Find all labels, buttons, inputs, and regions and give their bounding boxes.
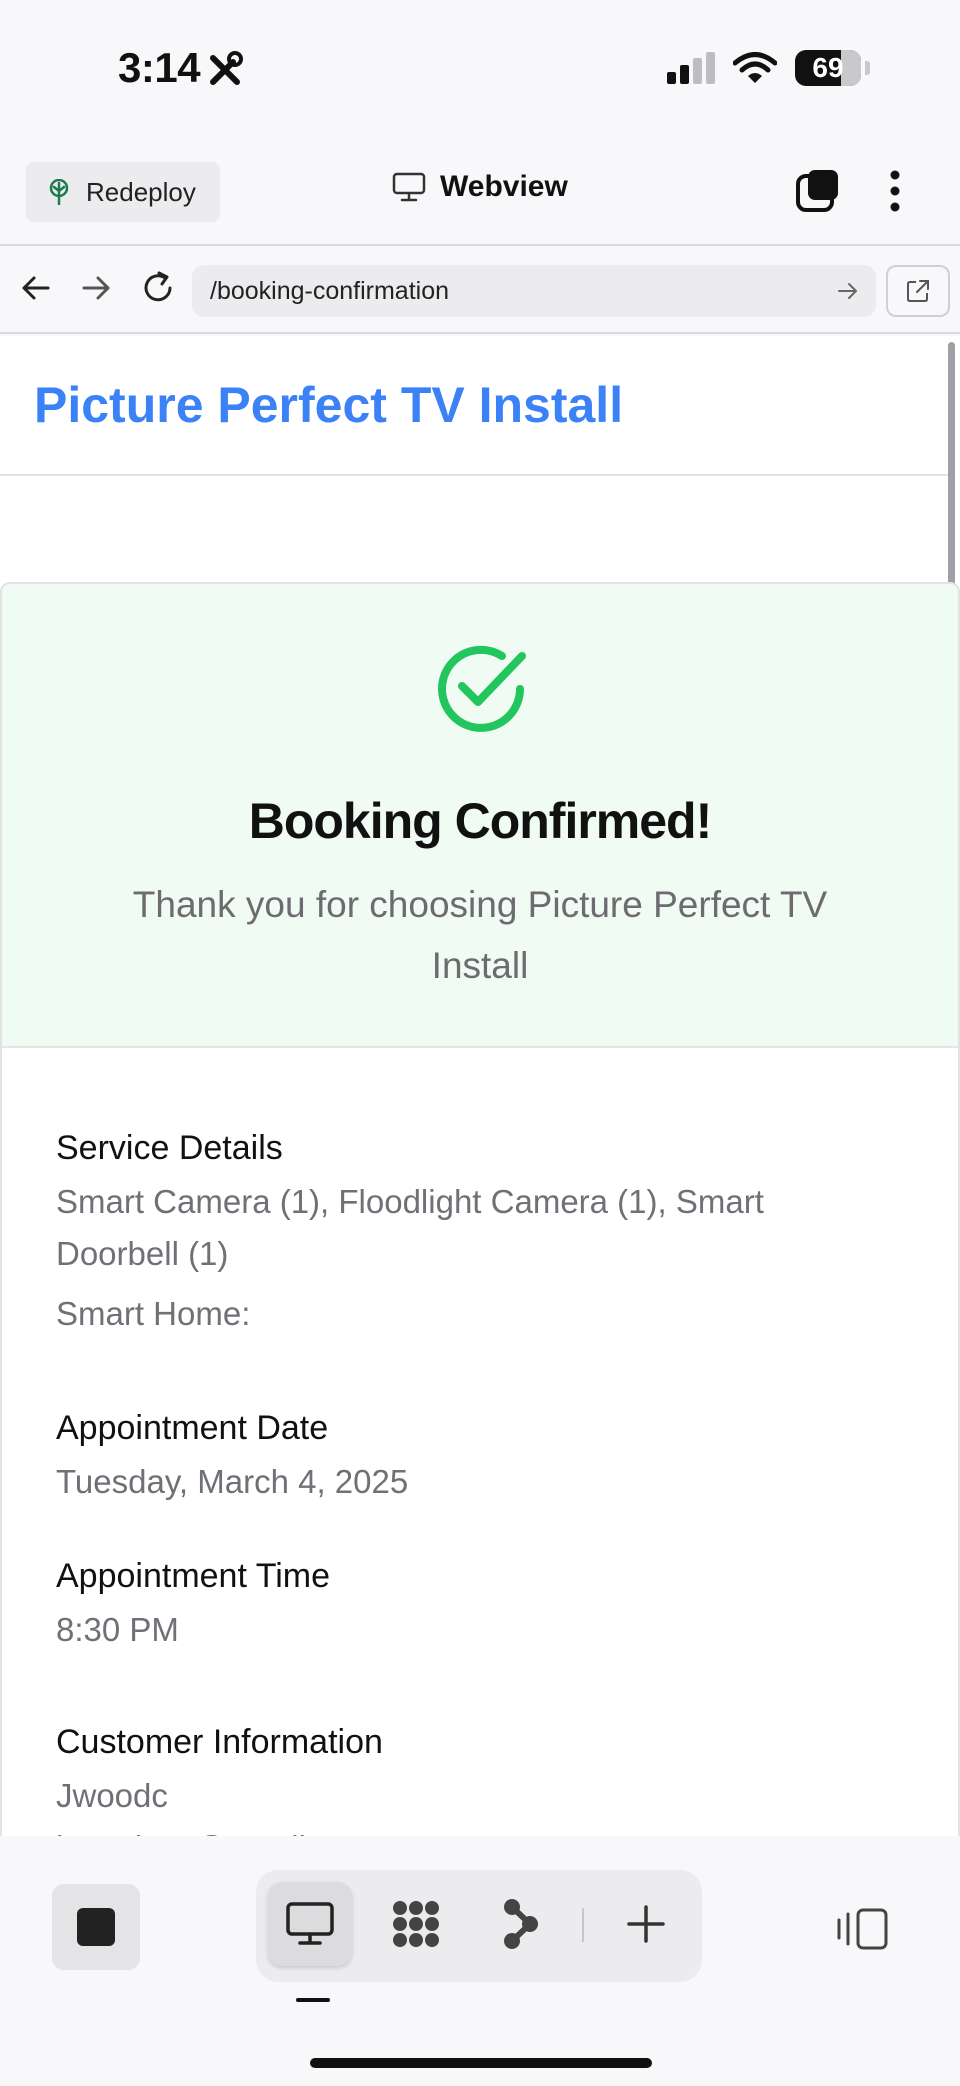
open-external-button[interactable] <box>886 265 950 317</box>
panel-toggle-icon[interactable] <box>836 1906 890 1952</box>
battery-level: 69 <box>812 52 844 83</box>
signal-icon <box>667 52 715 84</box>
service-details-label: Service Details <box>56 1129 283 1167</box>
site-title[interactable]: Picture Perfect TV Install <box>34 376 623 434</box>
wifi-icon <box>733 52 777 83</box>
external-link-icon <box>907 280 929 302</box>
webview-title: Webview <box>392 170 568 204</box>
tabs-icon[interactable] <box>796 168 840 214</box>
flow-icon <box>504 1899 538 1949</box>
browser-nav: /booking-confirmation <box>0 248 960 334</box>
site-header: Picture Perfect TV Install <box>0 336 952 476</box>
back-arrow-icon[interactable] <box>16 268 56 308</box>
more-vertical-icon[interactable] <box>880 168 910 214</box>
stop-icon <box>77 1908 115 1946</box>
customer-info-label: Customer Information <box>56 1723 383 1761</box>
redeploy-label: Redeploy <box>86 176 196 207</box>
success-panel: Booking Confirmed! Thank you for choosin… <box>2 584 958 1048</box>
go-arrow-icon[interactable] <box>836 279 860 303</box>
forward-arrow-icon[interactable] <box>76 268 116 308</box>
webview-title-text: Webview <box>440 170 568 203</box>
stop-button[interactable] <box>52 1884 140 1970</box>
status-time: 3:14 <box>118 44 201 91</box>
webview-content: Picture Perfect TV Install Booking Confi… <box>0 336 960 1836</box>
desktop-view-tab[interactable] <box>268 1882 352 1966</box>
wrench-screwdriver-icon <box>210 51 243 85</box>
add-tab-button[interactable] <box>604 1882 688 1966</box>
confirmation-subtitle: Thank you for choosing Picture Perfect T… <box>132 884 828 986</box>
appointment-date-section: Appointment Date Tuesday, March 4, 2025 <box>56 1406 408 1508</box>
bottom-toolbar <box>0 1836 960 2086</box>
appointment-time-value: 8:30 PM <box>56 1611 179 1648</box>
view-switcher <box>256 1870 702 1982</box>
home-indicator <box>310 2058 652 2068</box>
confirmation-card: Booking Confirmed! Thank you for choosin… <box>0 582 960 1836</box>
service-details-section: Service Details Smart Camera (1), Floodl… <box>56 1126 856 1340</box>
desktop-icon <box>286 1902 334 1945</box>
url-text: /booking-confirmation <box>210 276 450 305</box>
customer-email: jwoodcox@gmail.com <box>56 1822 383 1836</box>
confirmation-title: Booking Confirmed! <box>248 793 713 849</box>
appointment-date-value: Tuesday, March 4, 2025 <box>56 1463 409 1500</box>
active-tab-indicator <box>296 1998 330 2002</box>
segment-divider <box>582 1908 584 1942</box>
appointment-time-section: Appointment Time 8:30 PM <box>56 1554 330 1656</box>
tree-icon <box>49 179 69 205</box>
grid-view-tab[interactable] <box>374 1882 458 1966</box>
customer-info-section: Customer Information Jwoodc jwoodcox@gma… <box>56 1720 383 1836</box>
service-items: Smart Camera (1), Floodlight Camera (1),… <box>56 1183 764 1272</box>
appointment-time-label: Appointment Time <box>56 1557 331 1595</box>
check-circle-icon <box>438 645 526 732</box>
app-toolbar: Redeploy Webview <box>0 150 960 246</box>
status-bar: 3:14 69 <box>0 0 960 130</box>
grid-blob-icon <box>393 1901 439 1947</box>
status-indicators: 69 <box>667 50 870 86</box>
battery-icon: 69 <box>795 50 861 86</box>
appointment-date-label: Appointment Date <box>56 1409 329 1447</box>
monitor-icon <box>392 172 426 202</box>
url-input[interactable]: /booking-confirmation <box>192 265 876 317</box>
redeploy-button[interactable]: Redeploy <box>26 162 220 222</box>
customer-name: Jwoodc <box>56 1777 168 1814</box>
reload-icon[interactable] <box>138 268 178 308</box>
plus-icon <box>627 1905 665 1943</box>
flow-view-tab[interactable] <box>478 1882 562 1966</box>
smart-home-value: Smart Home: <box>56 1295 251 1332</box>
